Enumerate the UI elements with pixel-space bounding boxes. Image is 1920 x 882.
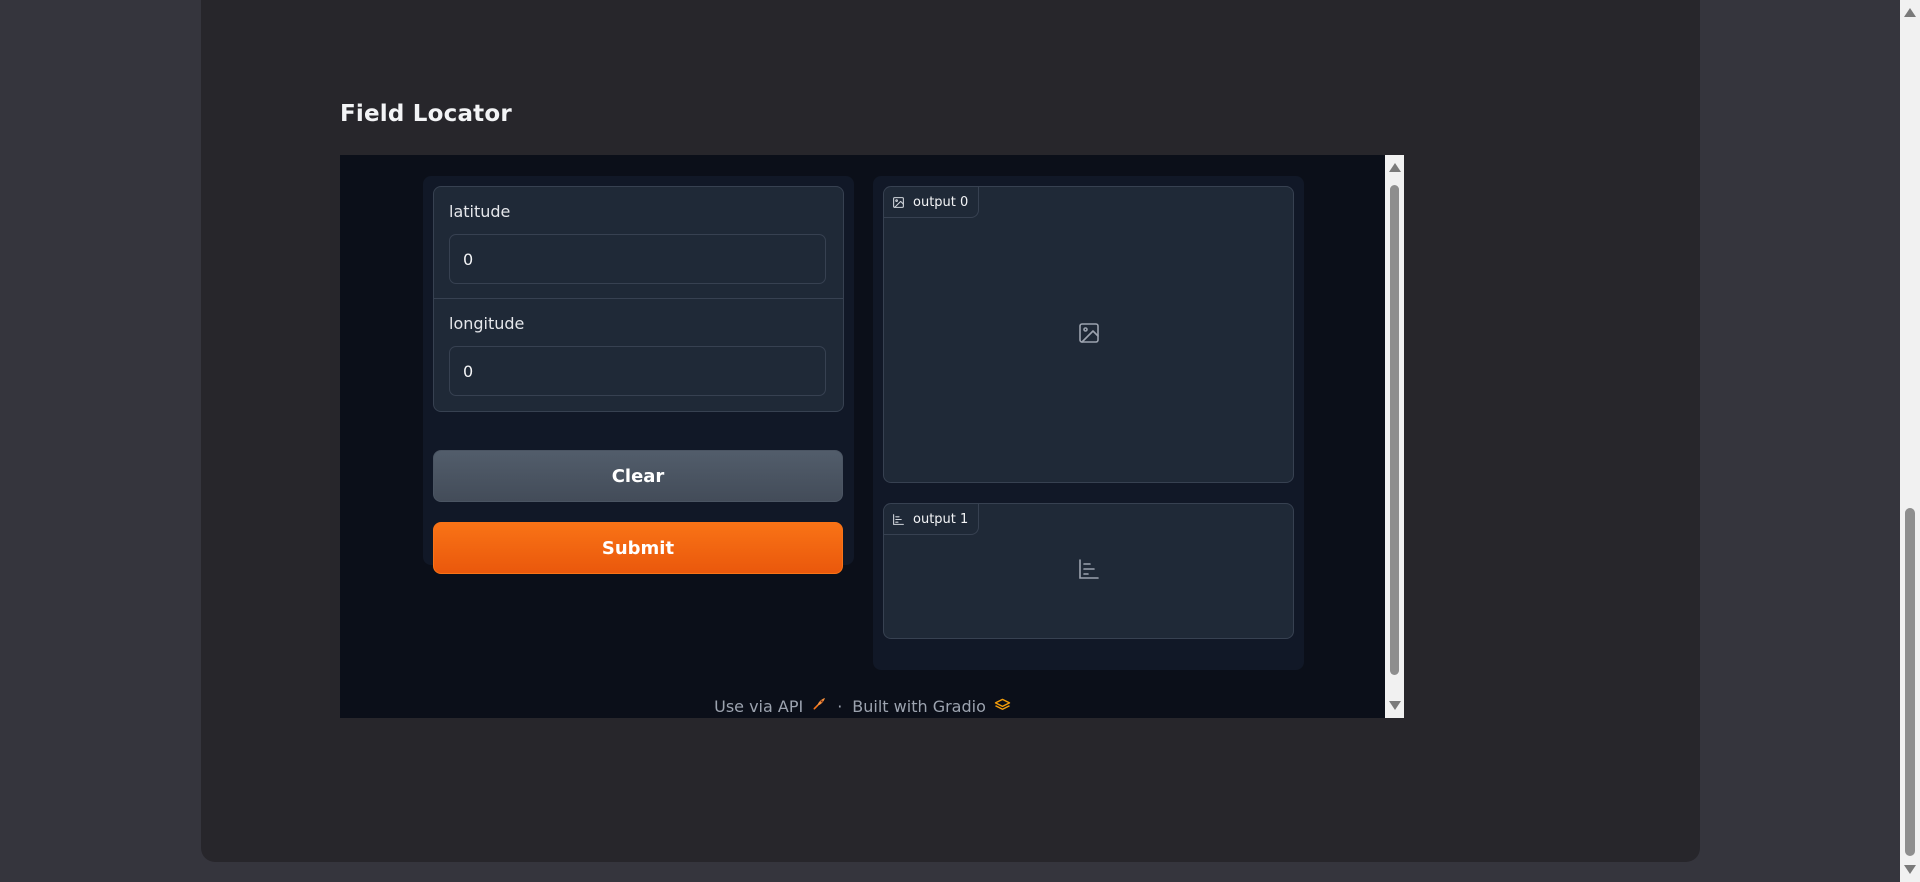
built-with-gradio-label: Built with Gradio [852, 696, 986, 716]
output-column: output 0 output 1 [873, 176, 1304, 670]
longitude-block: longitude [434, 298, 843, 410]
latitude-input[interactable] [449, 234, 826, 284]
output-0-panel: output 0 [883, 186, 1294, 483]
longitude-input[interactable] [449, 346, 826, 396]
chart-placeholder-icon [1077, 557, 1101, 585]
submit-button[interactable]: Submit [433, 522, 843, 574]
page-scrollbar-thumb[interactable] [1905, 508, 1915, 856]
longitude-label: longitude [449, 314, 525, 333]
output-0-label-tab: output 0 [884, 187, 980, 218]
page-scroll-down-arrow-icon[interactable] [1904, 865, 1916, 874]
use-via-api-label: Use via API [714, 696, 804, 716]
output-1-label: output 1 [913, 511, 969, 527]
frame-scrollbar-thumb[interactable] [1390, 185, 1399, 675]
bar-chart-icon [892, 513, 905, 526]
output-0-label: output 0 [913, 194, 969, 210]
rocket-icon [811, 696, 827, 716]
frame-scrollbar[interactable] [1385, 155, 1404, 718]
image-icon [892, 196, 905, 209]
scroll-down-arrow-icon[interactable] [1389, 701, 1401, 710]
gradio-logo-icon [994, 697, 1011, 716]
page-title: Field Locator [340, 101, 512, 127]
app-frame: latitude longitude Clear Submit ou [340, 155, 1404, 718]
latitude-block: latitude [434, 187, 843, 298]
footer: Use via API · Built with Gradio [340, 691, 1385, 718]
page-scrollbar[interactable] [1900, 0, 1920, 882]
latitude-label: latitude [449, 202, 511, 221]
inputs-panel: latitude longitude [433, 186, 844, 412]
page-scroll-up-arrow-icon[interactable] [1904, 8, 1916, 17]
scroll-up-arrow-icon[interactable] [1389, 163, 1401, 172]
input-column: latitude longitude Clear Submit [423, 176, 854, 574]
footer-separator: · [837, 696, 843, 716]
output-1-panel: output 1 [883, 503, 1294, 639]
output-1-label-tab: output 1 [884, 504, 980, 535]
use-via-api-link[interactable]: Use via API [714, 696, 827, 716]
image-placeholder-icon [1077, 321, 1101, 349]
built-with-gradio-link[interactable]: Built with Gradio [852, 697, 1011, 716]
clear-button[interactable]: Clear [433, 450, 843, 502]
